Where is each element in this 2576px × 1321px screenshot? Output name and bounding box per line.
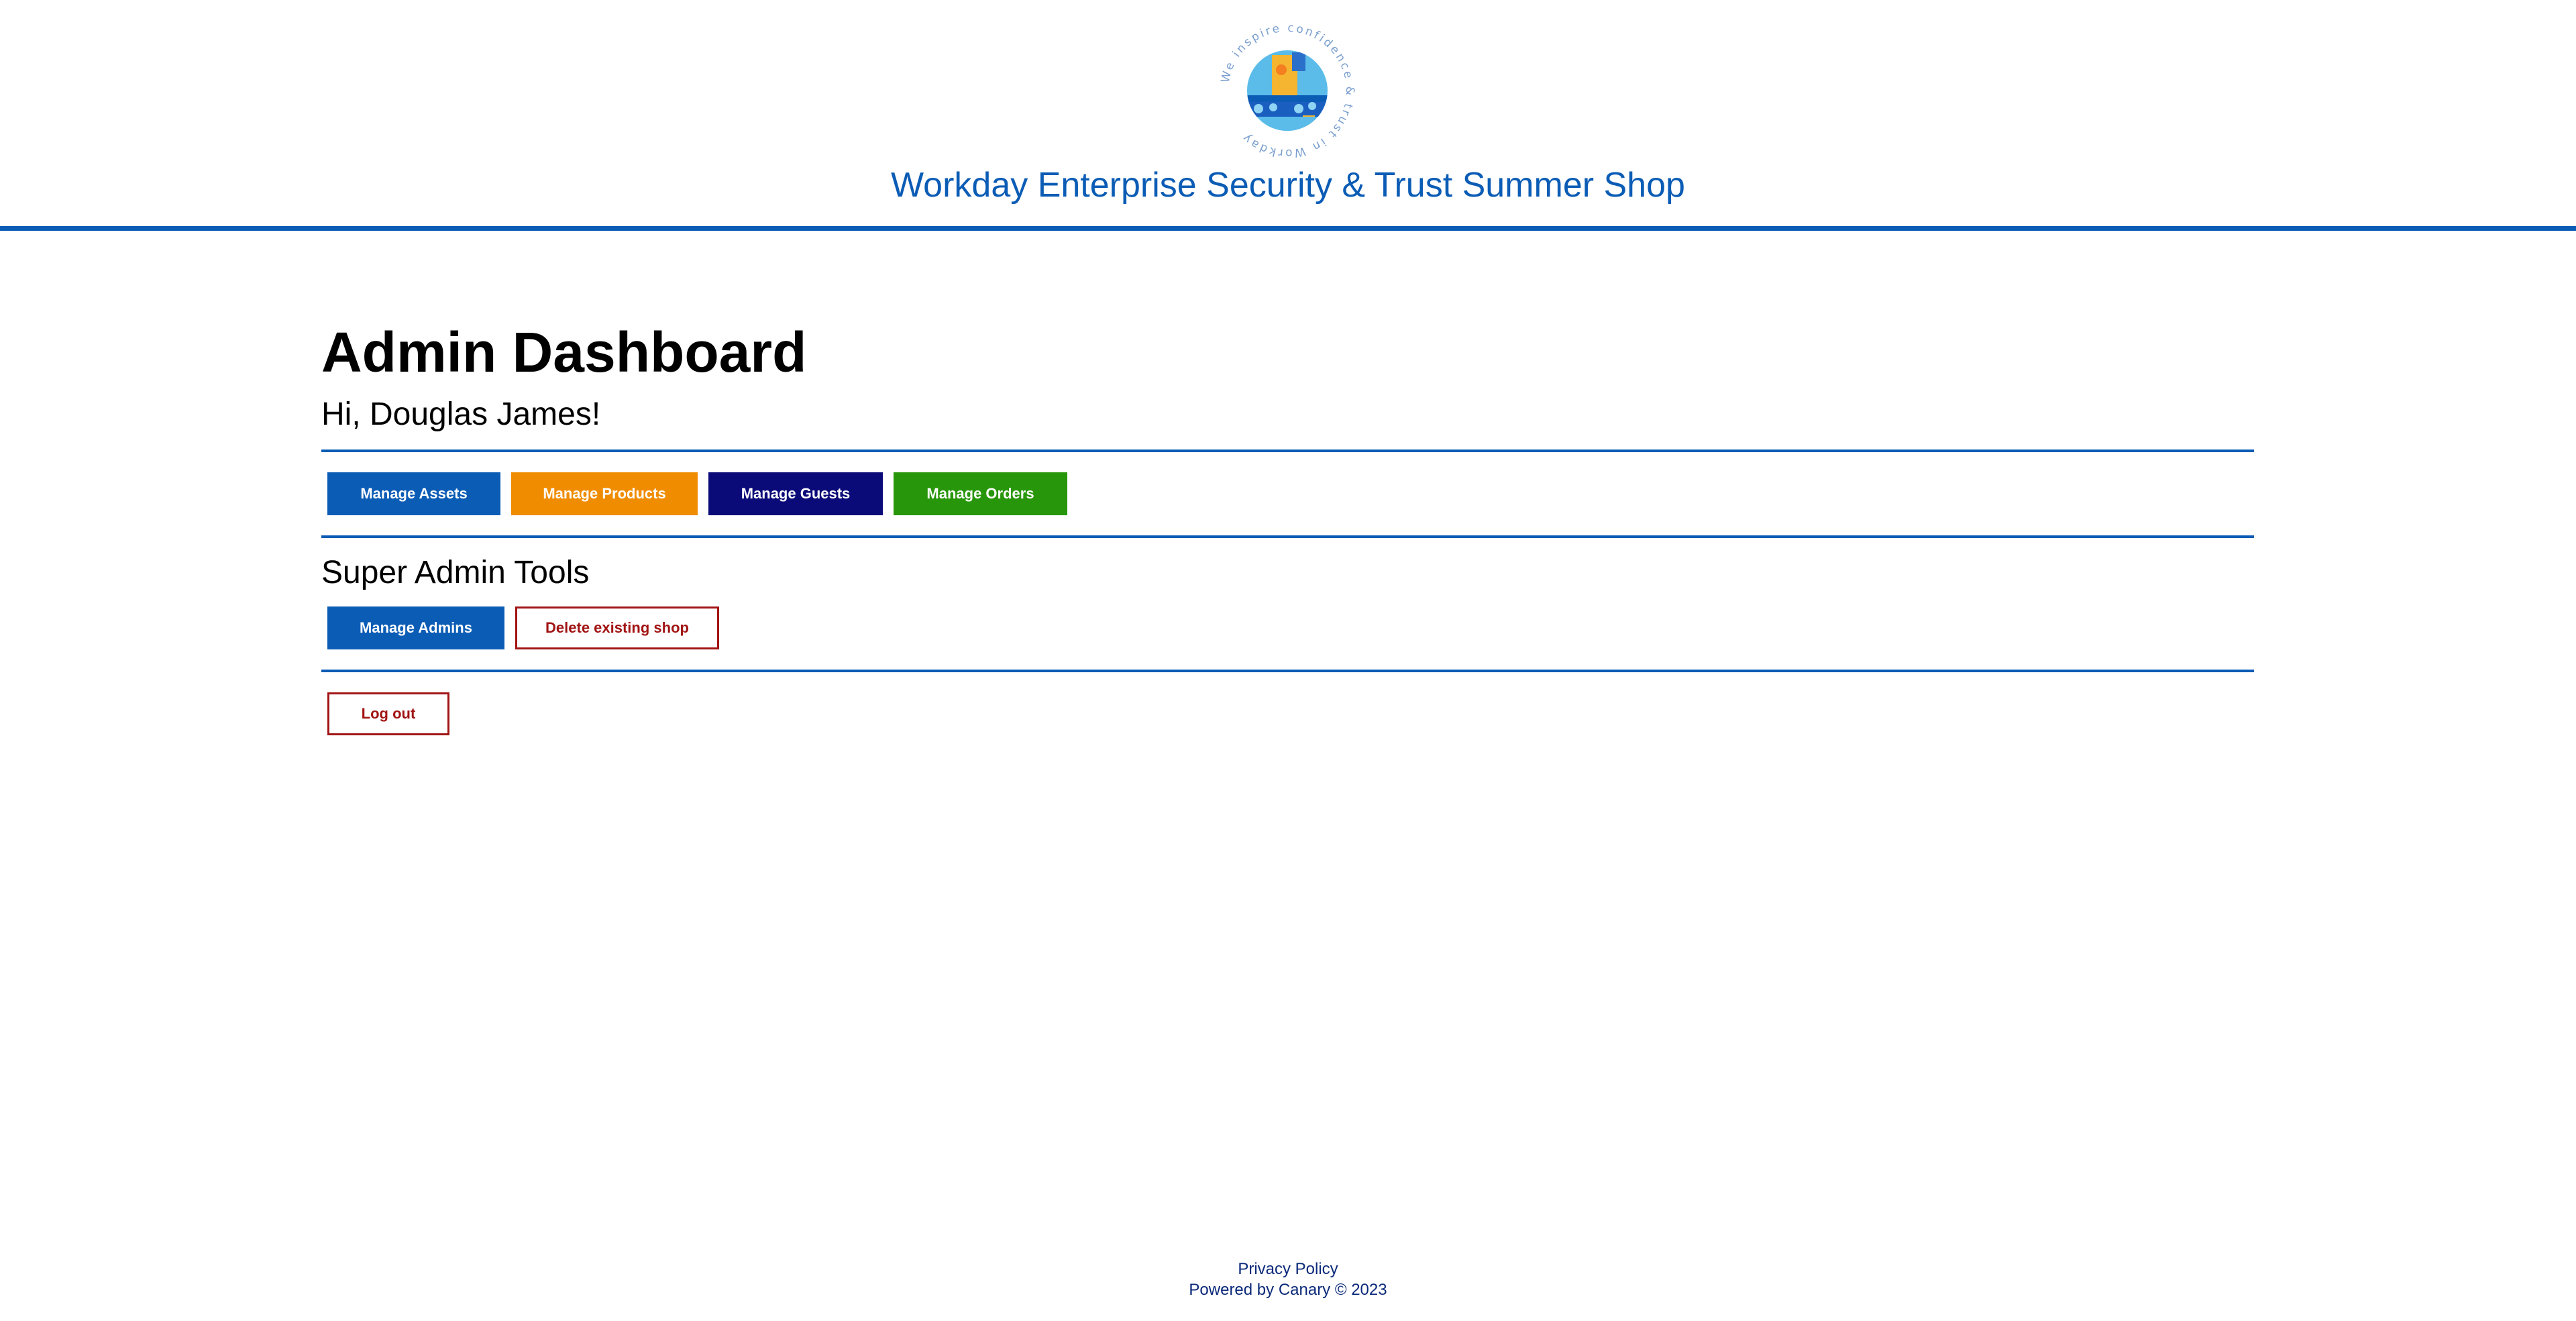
manage-assets-button[interactable]: Manage Assets (327, 472, 500, 515)
manage-admins-button[interactable]: Manage Admins (327, 606, 504, 649)
delete-shop-button[interactable]: Delete existing shop (515, 606, 719, 649)
manage-orders-button[interactable]: Manage Orders (894, 472, 1067, 515)
manage-guests-button[interactable]: Manage Guests (708, 472, 883, 515)
site-logo: We inspire confidence & trust in Workday (1218, 21, 1356, 160)
logout-button[interactable]: Log out (327, 692, 449, 735)
greeting: Hi, Douglas James! (321, 397, 601, 432)
site-header: We inspire confidence & trust in Workday… (0, 0, 2576, 231)
divider (321, 535, 2254, 538)
logout-row: Log out (321, 692, 2254, 735)
super-admin-title: Super Admin Tools (321, 555, 590, 590)
manage-button-row: Manage Assets Manage Products Manage Gue… (321, 472, 2254, 515)
privacy-policy-link[interactable]: Privacy Policy (0, 1259, 2576, 1279)
main-content: Admin Dashboard Hi, Douglas James! Manag… (321, 315, 2254, 735)
divider (321, 670, 2254, 672)
site-footer: Privacy Policy Powered by Canary © 2023 (0, 1259, 2576, 1300)
site-title[interactable]: Workday Enterprise Security & Trust Summ… (0, 165, 2576, 205)
divider (321, 450, 2254, 452)
manage-products-button[interactable]: Manage Products (511, 472, 698, 515)
powered-by-text: Powered by Canary © 2023 (1189, 1281, 1387, 1299)
super-admin-button-row: Manage Admins Delete existing shop (321, 606, 2254, 649)
page-title: Admin Dashboard (321, 321, 807, 384)
logo-icon: We inspire confidence & trust in Workday (1219, 21, 1355, 160)
